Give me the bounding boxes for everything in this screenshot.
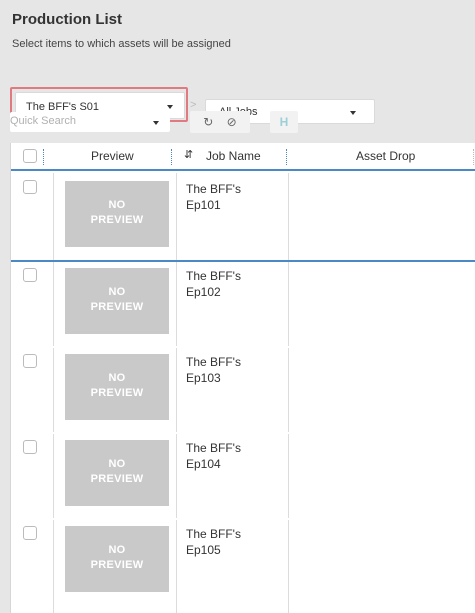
cell-divider xyxy=(53,262,54,346)
no-preview-line: PREVIEW xyxy=(90,387,144,399)
job-name-cell: The BFF's Ep102 xyxy=(186,268,241,300)
no-preview-line: PREVIEW xyxy=(90,214,144,226)
job-name-line: The BFF's xyxy=(186,182,241,196)
no-preview-line: NO xyxy=(108,199,126,211)
cell-divider xyxy=(288,348,289,432)
no-preview-thumbnail: NO PREVIEW xyxy=(65,181,169,247)
chevron-down-icon xyxy=(153,121,159,125)
table-row[interactable]: NO PREVIEW The BFF's Ep103 xyxy=(11,348,475,432)
table-row[interactable]: NO PREVIEW The BFF's Ep102 xyxy=(11,262,475,346)
cell-divider xyxy=(176,262,177,346)
job-name-line: The BFF's xyxy=(186,441,241,455)
no-preview-thumbnail: NO PREVIEW xyxy=(65,354,169,420)
sort-icon[interactable]: ⇵ xyxy=(184,148,193,161)
job-name-cell: The BFF's Ep103 xyxy=(186,354,241,386)
cell-divider xyxy=(53,173,54,260)
column-resizer[interactable] xyxy=(286,149,288,165)
table-header: Preview ⇵ Job Name Asset Drop xyxy=(11,143,475,171)
no-preview-line: NO xyxy=(108,458,126,470)
column-resizer[interactable] xyxy=(171,149,173,165)
row-checkbox[interactable] xyxy=(23,268,37,282)
job-name-cell: The BFF's Ep105 xyxy=(186,526,241,558)
production-list-panel: Production List Select items to which as… xyxy=(0,0,475,613)
quick-search-select[interactable]: Quick Search xyxy=(10,112,170,132)
select-all-checkbox[interactable] xyxy=(23,149,37,163)
cell-divider xyxy=(176,173,177,260)
table-row[interactable]: NO PREVIEW The BFF's Ep101 xyxy=(11,173,475,262)
chevron-down-icon xyxy=(350,111,356,115)
job-name-cell: The BFF's Ep104 xyxy=(186,440,241,472)
collapse-button[interactable]: H xyxy=(270,111,298,133)
column-header-asset-drop[interactable]: Asset Drop xyxy=(356,149,415,163)
no-preview-line: PREVIEW xyxy=(90,301,144,313)
cell-divider xyxy=(176,520,177,613)
table-row[interactable]: NO PREVIEW The BFF's Ep104 xyxy=(11,434,475,518)
cell-divider xyxy=(176,434,177,518)
cell-divider xyxy=(288,520,289,613)
page-subtitle: Select items to which assets will be ass… xyxy=(12,38,231,50)
job-name-cell: The BFF's Ep101 xyxy=(186,181,241,213)
job-name-line: Ep102 xyxy=(186,285,221,299)
collapse-icon: H xyxy=(279,115,289,129)
no-preview-line: PREVIEW xyxy=(90,473,144,485)
row-checkbox[interactable] xyxy=(23,354,37,368)
no-preview-line: NO xyxy=(108,286,126,298)
row-checkbox[interactable] xyxy=(23,180,37,194)
column-header-preview[interactable]: Preview xyxy=(91,149,134,163)
page-title: Production List xyxy=(12,11,122,28)
row-checkbox[interactable] xyxy=(23,526,37,540)
job-name-line: Ep103 xyxy=(186,371,221,385)
job-name-line: The BFF's xyxy=(186,527,241,541)
no-preview-thumbnail: NO PREVIEW xyxy=(65,526,169,592)
breadcrumb-separator-icon: > xyxy=(190,99,197,111)
no-preview-thumbnail: NO PREVIEW xyxy=(65,440,169,506)
refresh-icon[interactable]: ↻ xyxy=(198,111,218,133)
cell-divider xyxy=(176,348,177,432)
cell-divider xyxy=(288,434,289,518)
column-resizer[interactable] xyxy=(43,149,45,165)
toolbar-refresh-clear: ↻ ⊘ xyxy=(190,111,250,133)
column-header-job-name[interactable]: Job Name xyxy=(206,149,261,163)
no-preview-line: PREVIEW xyxy=(90,559,144,571)
quick-search-placeholder: Quick Search xyxy=(10,115,77,127)
job-name-line: Ep101 xyxy=(186,198,221,212)
no-preview-thumbnail: NO PREVIEW xyxy=(65,268,169,334)
cell-divider xyxy=(53,348,54,432)
block-icon[interactable]: ⊘ xyxy=(222,111,242,133)
job-name-line: Ep105 xyxy=(186,543,221,557)
cell-divider xyxy=(53,434,54,518)
row-checkbox[interactable] xyxy=(23,440,37,454)
production-grid: Preview ⇵ Job Name Asset Drop NO PREVIEW… xyxy=(10,143,475,613)
table-row[interactable]: NO PREVIEW The BFF's Ep105 xyxy=(11,520,475,613)
no-preview-line: NO xyxy=(108,544,126,556)
job-name-line: The BFF's xyxy=(186,269,241,283)
cell-divider xyxy=(288,173,289,260)
cell-divider xyxy=(288,262,289,346)
job-name-line: The BFF's xyxy=(186,355,241,369)
job-name-line: Ep104 xyxy=(186,457,221,471)
no-preview-line: NO xyxy=(108,372,126,384)
cell-divider xyxy=(53,520,54,613)
